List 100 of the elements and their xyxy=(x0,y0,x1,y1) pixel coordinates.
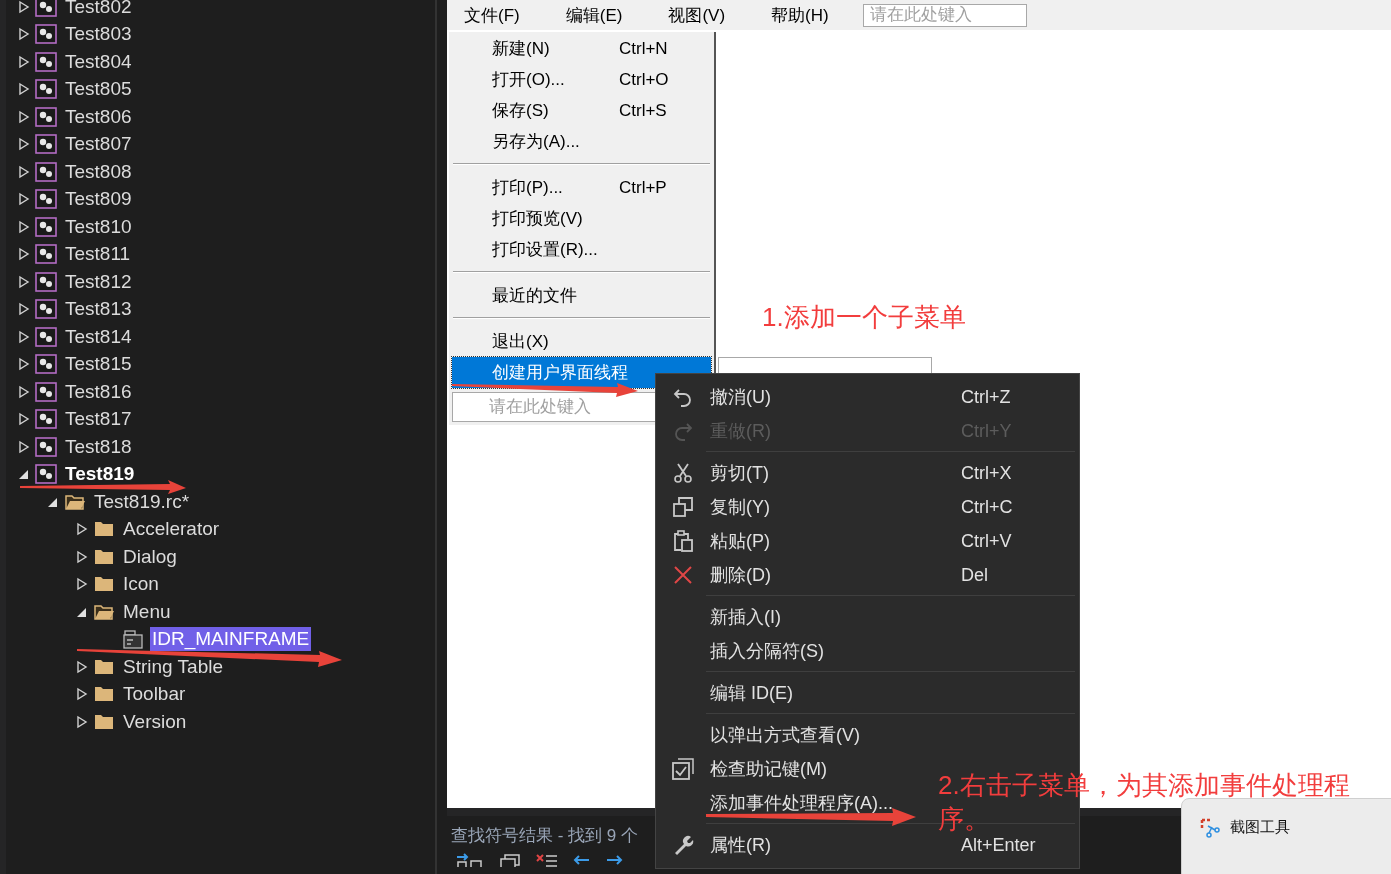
collapsed-arrow-icon[interactable] xyxy=(18,164,30,179)
tree-item[interactable]: Dialog xyxy=(121,544,179,569)
undo-icon xyxy=(672,386,694,408)
notification-toast[interactable]: 截图工具 xyxy=(1181,798,1391,874)
tree-item[interactable]: Test818 xyxy=(63,434,134,459)
context-menu-item[interactable]: 检查助记键(M) xyxy=(710,757,827,781)
collapsed-arrow-icon[interactable] xyxy=(18,82,30,97)
tree-item[interactable]: Test804 xyxy=(63,49,134,74)
tree-item[interactable]: Menu xyxy=(121,599,173,624)
tree-item[interactable]: Toolbar xyxy=(121,682,188,707)
collapsed-arrow-icon[interactable] xyxy=(18,219,30,234)
dropdown-item[interactable]: 新建(N) Ctrl+N xyxy=(452,33,711,64)
menu-bar-item[interactable]: 文件(F) xyxy=(464,3,520,27)
project-icon xyxy=(35,216,57,237)
project-icon xyxy=(35,189,57,210)
collapsed-arrow-icon[interactable] xyxy=(18,412,30,427)
menu-input-field[interactable]: 请在此处键入 xyxy=(862,3,1027,27)
collapsed-arrow-icon[interactable] xyxy=(18,329,30,344)
tree-item[interactable]: Icon xyxy=(121,572,161,597)
collapsed-arrow-icon[interactable] xyxy=(76,659,88,674)
tree-item[interactable]: IDR_MAINFRAME xyxy=(150,627,312,652)
copy-icon[interactable] xyxy=(499,853,521,867)
collapsed-arrow-icon[interactable] xyxy=(18,109,30,124)
collapsed-arrow-icon[interactable] xyxy=(76,687,88,702)
context-menu-item[interactable]: 删除(D) xyxy=(710,563,771,587)
tree-item[interactable]: Test810 xyxy=(63,214,134,239)
tree-item[interactable]: Test803 xyxy=(63,22,134,47)
collapsed-arrow-icon[interactable] xyxy=(18,137,30,152)
tree-item[interactable]: Test814 xyxy=(63,324,134,349)
scissors-icon xyxy=(672,462,694,484)
tree-item[interactable]: Test819 xyxy=(63,462,137,487)
menu-resource-icon xyxy=(122,629,144,650)
tree-item[interactable]: Test802 xyxy=(63,0,134,19)
context-menu-item[interactable]: 撤消(U) xyxy=(710,385,771,409)
dropdown-item[interactable]: 最近的文件 xyxy=(452,280,711,311)
forward-arrow-icon[interactable] xyxy=(605,853,623,867)
notification-app-name: 截图工具 xyxy=(1230,818,1290,837)
collapsed-arrow-icon[interactable] xyxy=(76,549,88,564)
collapsed-arrow-icon[interactable] xyxy=(18,384,30,399)
back-arrow-icon[interactable] xyxy=(573,853,591,867)
collapsed-arrow-icon[interactable] xyxy=(18,357,30,372)
dropdown-item[interactable]: 保存(S) Ctrl+S xyxy=(452,95,711,126)
collapsed-arrow-icon[interactable] xyxy=(18,27,30,42)
panel-title: 查找符号结果 - 找到 9 个 xyxy=(451,825,638,847)
menu-bar-item[interactable]: 帮助(H) xyxy=(771,3,829,27)
tree-item[interactable]: Test807 xyxy=(63,132,134,157)
clear-list-icon[interactable] xyxy=(535,853,559,867)
tree-item[interactable]: Test819.rc* xyxy=(92,489,192,514)
shortcut-text: Ctrl+Z xyxy=(961,386,1012,408)
collapsed-arrow-icon[interactable] xyxy=(18,192,30,207)
swap-icon[interactable] xyxy=(455,853,485,867)
collapsed-arrow-icon[interactable] xyxy=(18,247,30,262)
tree-item[interactable]: Test808 xyxy=(63,159,134,184)
tree-item[interactable]: Test806 xyxy=(63,104,134,129)
tree-item[interactable]: Test813 xyxy=(63,297,134,322)
collapsed-arrow-icon[interactable] xyxy=(18,274,30,289)
collapsed-arrow-icon[interactable] xyxy=(76,522,88,537)
collapsed-arrow-icon[interactable] xyxy=(76,714,88,729)
dropdown-item[interactable]: 打印(P)... Ctrl+P xyxy=(452,172,711,203)
context-menu-item[interactable]: 复制(Y) xyxy=(710,495,770,519)
checkbox-icon xyxy=(672,758,694,780)
context-menu-item[interactable]: 编辑 ID(E) xyxy=(710,681,793,705)
context-menu-item[interactable]: 添加事件处理程序(A)... xyxy=(710,791,893,815)
dropdown-item[interactable]: 退出(X) xyxy=(452,326,711,357)
project-icon xyxy=(35,354,57,375)
dropdown-item[interactable]: 打印预览(V) xyxy=(452,203,711,234)
tree-item[interactable]: Test815 xyxy=(63,352,134,377)
project-icon xyxy=(35,464,57,485)
dropdown-item[interactable]: 打开(O)... Ctrl+O xyxy=(452,64,711,95)
collapsed-arrow-icon[interactable] xyxy=(18,0,30,14)
snipping-tool-icon xyxy=(1200,818,1220,838)
shortcut-text: Ctrl+V xyxy=(961,530,1013,552)
tree-item[interactable]: Test811 xyxy=(63,242,133,267)
collapsed-arrow-icon[interactable] xyxy=(18,439,30,454)
context-menu-item[interactable]: 插入分隔符(S) xyxy=(710,639,824,663)
context-menu-item[interactable]: 新插入(I) xyxy=(710,605,781,629)
project-icon xyxy=(35,79,57,100)
project-icon xyxy=(35,24,57,45)
context-menu-item[interactable]: 以弹出方式查看(V) xyxy=(710,723,860,747)
project-icon xyxy=(35,271,57,292)
tree-item[interactable]: String Table xyxy=(121,654,225,679)
dropdown-item[interactable]: 另存为(A)... xyxy=(452,126,711,157)
tree-item[interactable]: Test816 xyxy=(63,379,134,404)
dropdown-item[interactable]: 打印设置(R)... xyxy=(452,234,711,265)
collapsed-arrow-icon[interactable] xyxy=(76,577,88,592)
annotation-text: 序。 xyxy=(938,803,990,836)
context-menu-item[interactable]: 剪切(T) xyxy=(710,461,769,485)
tree-item[interactable]: Test809 xyxy=(63,187,134,212)
menu-bar-item[interactable]: 视图(V) xyxy=(668,3,726,27)
tree-item[interactable]: Accelerator xyxy=(121,517,222,542)
context-menu-item[interactable]: 粘贴(P) xyxy=(710,529,770,553)
context-menu-item[interactable]: 属性(R) xyxy=(710,833,771,857)
collapsed-arrow-icon[interactable] xyxy=(18,302,30,317)
tree-item[interactable]: Test812 xyxy=(63,269,134,294)
tree-item[interactable]: Test817 xyxy=(63,407,134,432)
menu-bar-item[interactable]: 编辑(E) xyxy=(565,3,623,27)
tree-item[interactable]: Test805 xyxy=(63,77,134,102)
shortcut-text: Alt+Enter xyxy=(961,834,1037,856)
tree-item[interactable]: Version xyxy=(121,709,189,734)
collapsed-arrow-icon[interactable] xyxy=(18,54,30,69)
